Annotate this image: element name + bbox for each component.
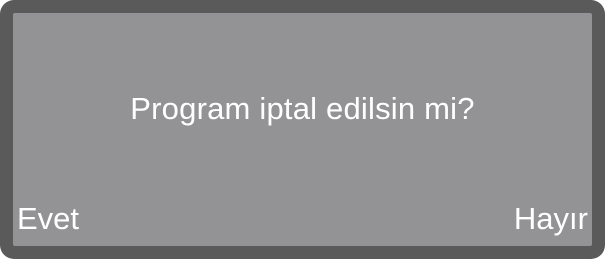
yes-softkey[interactable]: Evet [17,201,79,237]
no-softkey[interactable]: Hayır [514,201,588,237]
cancel-program-prompt: Program iptal edilsin mi? [130,91,475,126]
display-screen: Program iptal edilsin mi? Evet Hayır [13,13,592,246]
display-bezel: Program iptal edilsin mi? Evet Hayır [0,0,605,259]
